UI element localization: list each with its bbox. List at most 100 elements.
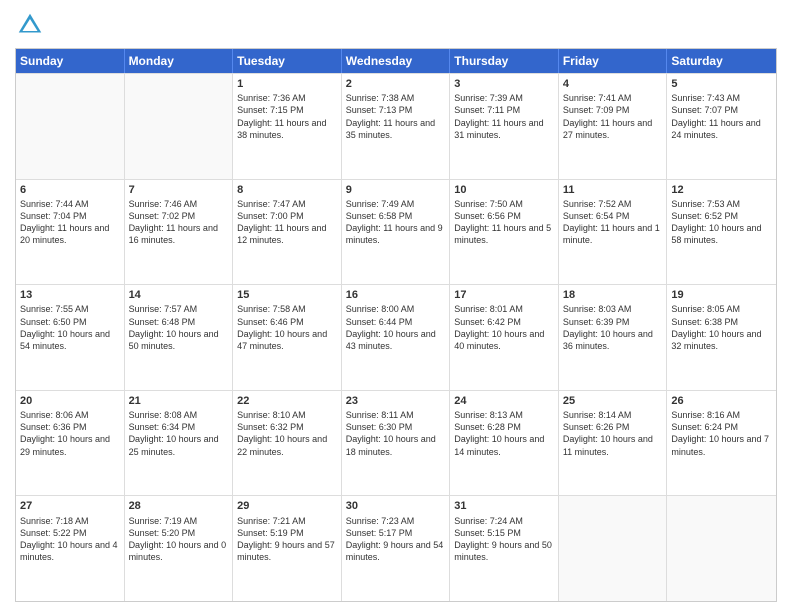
calendar-row-1: 6Sunrise: 7:44 AM Sunset: 7:04 PM Daylig… (16, 179, 776, 285)
day-info: Sunrise: 7:49 AM Sunset: 6:58 PM Dayligh… (346, 198, 446, 247)
day-cell-24: 24Sunrise: 8:13 AM Sunset: 6:28 PM Dayli… (450, 391, 559, 496)
day-number: 31 (454, 499, 554, 513)
logo-icon (15, 10, 45, 40)
day-number: 6 (20, 183, 120, 197)
page: SundayMondayTuesdayWednesdayThursdayFrid… (0, 0, 792, 612)
day-number: 22 (237, 394, 337, 408)
day-cell-15: 15Sunrise: 7:58 AM Sunset: 6:46 PM Dayli… (233, 285, 342, 390)
day-info: Sunrise: 8:11 AM Sunset: 6:30 PM Dayligh… (346, 409, 446, 458)
day-cell-8: 8Sunrise: 7:47 AM Sunset: 7:00 PM Daylig… (233, 180, 342, 285)
day-info: Sunrise: 7:38 AM Sunset: 7:13 PM Dayligh… (346, 92, 446, 141)
day-number: 9 (346, 183, 446, 197)
calendar-row-3: 20Sunrise: 8:06 AM Sunset: 6:36 PM Dayli… (16, 390, 776, 496)
day-number: 10 (454, 183, 554, 197)
day-info: Sunrise: 7:24 AM Sunset: 5:15 PM Dayligh… (454, 515, 554, 564)
day-info: Sunrise: 8:16 AM Sunset: 6:24 PM Dayligh… (671, 409, 772, 458)
day-info: Sunrise: 8:03 AM Sunset: 6:39 PM Dayligh… (563, 303, 663, 352)
day-number: 18 (563, 288, 663, 302)
day-number: 21 (129, 394, 229, 408)
day-cell-16: 16Sunrise: 8:00 AM Sunset: 6:44 PM Dayli… (342, 285, 451, 390)
header-day-sunday: Sunday (16, 49, 125, 73)
day-info: Sunrise: 7:58 AM Sunset: 6:46 PM Dayligh… (237, 303, 337, 352)
day-cell-23: 23Sunrise: 8:11 AM Sunset: 6:30 PM Dayli… (342, 391, 451, 496)
day-number: 29 (237, 499, 337, 513)
day-info: Sunrise: 7:50 AM Sunset: 6:56 PM Dayligh… (454, 198, 554, 247)
header-day-wednesday: Wednesday (342, 49, 451, 73)
header-day-saturday: Saturday (667, 49, 776, 73)
day-number: 4 (563, 77, 663, 91)
day-cell-2: 2Sunrise: 7:38 AM Sunset: 7:13 PM Daylig… (342, 74, 451, 179)
day-info: Sunrise: 8:00 AM Sunset: 6:44 PM Dayligh… (346, 303, 446, 352)
day-cell-27: 27Sunrise: 7:18 AM Sunset: 5:22 PM Dayli… (16, 496, 125, 601)
day-info: Sunrise: 7:41 AM Sunset: 7:09 PM Dayligh… (563, 92, 663, 141)
day-number: 11 (563, 183, 663, 197)
day-cell-31: 31 Sunrise: 7:24 AM Sunset: 5:15 PM Dayli… (450, 496, 559, 601)
day-info: Sunrise: 7:21 AM Sunset: 5:19 PM Dayligh… (237, 515, 337, 564)
day-info: Sunrise: 8:10 AM Sunset: 6:32 PM Dayligh… (237, 409, 337, 458)
day-number: 12 (671, 183, 772, 197)
day-cell-21: 21Sunrise: 8:08 AM Sunset: 6:34 PM Dayli… (125, 391, 234, 496)
day-cell-20: 20Sunrise: 8:06 AM Sunset: 6:36 PM Dayli… (16, 391, 125, 496)
day-number: 1 (237, 77, 337, 91)
day-info: Sunrise: 7:39 AM Sunset: 7:11 PM Dayligh… (454, 92, 554, 141)
calendar-row-2: 13Sunrise: 7:55 AM Sunset: 6:50 PM Dayli… (16, 284, 776, 390)
logo (15, 10, 49, 40)
day-cell-12: 12Sunrise: 7:53 AM Sunset: 6:52 PM Dayli… (667, 180, 776, 285)
day-cell-1: 1Sunrise: 7:36 AM Sunset: 7:15 PM Daylig… (233, 74, 342, 179)
day-cell-13: 13Sunrise: 7:55 AM Sunset: 6:50 PM Dayli… (16, 285, 125, 390)
day-cell-5: 5Sunrise: 7:43 AM Sunset: 7:07 PM Daylig… (667, 74, 776, 179)
day-number: 20 (20, 394, 120, 408)
day-cell-10: 10Sunrise: 7:50 AM Sunset: 6:56 PM Dayli… (450, 180, 559, 285)
day-info: Sunrise: 7:46 AM Sunset: 7:02 PM Dayligh… (129, 198, 229, 247)
empty-cell (667, 496, 776, 601)
day-info: Sunrise: 7:19 AM Sunset: 5:20 PM Dayligh… (129, 515, 229, 564)
calendar-row-4: 27Sunrise: 7:18 AM Sunset: 5:22 PM Dayli… (16, 495, 776, 601)
calendar-body: 1Sunrise: 7:36 AM Sunset: 7:15 PM Daylig… (16, 73, 776, 601)
day-cell-30: 30 Sunrise: 7:23 AM Sunset: 5:17 PM Dayli… (342, 496, 451, 601)
day-number: 25 (563, 394, 663, 408)
day-number: 27 (20, 499, 120, 513)
day-number: 5 (671, 77, 772, 91)
day-info: Sunrise: 8:13 AM Sunset: 6:28 PM Dayligh… (454, 409, 554, 458)
header-day-tuesday: Tuesday (233, 49, 342, 73)
day-cell-18: 18Sunrise: 8:03 AM Sunset: 6:39 PM Dayli… (559, 285, 668, 390)
day-cell-29: 29 Sunrise: 7:21 AM Sunset: 5:19 PM Dayli… (233, 496, 342, 601)
header-day-thursday: Thursday (450, 49, 559, 73)
day-number: 24 (454, 394, 554, 408)
day-number: 7 (129, 183, 229, 197)
day-number: 28 (129, 499, 229, 513)
day-number: 19 (671, 288, 772, 302)
day-info: Sunrise: 8:05 AM Sunset: 6:38 PM Dayligh… (671, 303, 772, 352)
day-number: 14 (129, 288, 229, 302)
day-number: 15 (237, 288, 337, 302)
calendar: SundayMondayTuesdayWednesdayThursdayFrid… (15, 48, 777, 602)
day-info: Sunrise: 8:14 AM Sunset: 6:26 PM Dayligh… (563, 409, 663, 458)
header-day-friday: Friday (559, 49, 668, 73)
day-cell-6: 6Sunrise: 7:44 AM Sunset: 7:04 PM Daylig… (16, 180, 125, 285)
empty-cell (559, 496, 668, 601)
day-cell-4: 4Sunrise: 7:41 AM Sunset: 7:09 PM Daylig… (559, 74, 668, 179)
empty-cell (16, 74, 125, 179)
day-cell-28: 28 Sunrise: 7:19 AM Sunset: 5:20 PM Dayli… (125, 496, 234, 601)
day-info: Sunrise: 7:47 AM Sunset: 7:00 PM Dayligh… (237, 198, 337, 247)
day-info: Sunrise: 7:43 AM Sunset: 7:07 PM Dayligh… (671, 92, 772, 141)
day-number: 30 (346, 499, 446, 513)
day-cell-19: 19Sunrise: 8:05 AM Sunset: 6:38 PM Dayli… (667, 285, 776, 390)
empty-cell (125, 74, 234, 179)
day-number: 2 (346, 77, 446, 91)
header-day-monday: Monday (125, 49, 234, 73)
day-info: Sunrise: 7:53 AM Sunset: 6:52 PM Dayligh… (671, 198, 772, 247)
day-info: Sunrise: 8:01 AM Sunset: 6:42 PM Dayligh… (454, 303, 554, 352)
day-number: 17 (454, 288, 554, 302)
header (15, 10, 777, 40)
calendar-row-0: 1Sunrise: 7:36 AM Sunset: 7:15 PM Daylig… (16, 73, 776, 179)
day-info: Sunrise: 7:36 AM Sunset: 7:15 PM Dayligh… (237, 92, 337, 141)
day-number: 3 (454, 77, 554, 91)
day-cell-14: 14Sunrise: 7:57 AM Sunset: 6:48 PM Dayli… (125, 285, 234, 390)
day-info: Sunrise: 7:23 AM Sunset: 5:17 PM Dayligh… (346, 515, 446, 564)
day-cell-11: 11Sunrise: 7:52 AM Sunset: 6:54 PM Dayli… (559, 180, 668, 285)
day-cell-26: 26Sunrise: 8:16 AM Sunset: 6:24 PM Dayli… (667, 391, 776, 496)
day-cell-22: 22Sunrise: 8:10 AM Sunset: 6:32 PM Dayli… (233, 391, 342, 496)
calendar-header: SundayMondayTuesdayWednesdayThursdayFrid… (16, 49, 776, 73)
day-info: Sunrise: 7:44 AM Sunset: 7:04 PM Dayligh… (20, 198, 120, 247)
